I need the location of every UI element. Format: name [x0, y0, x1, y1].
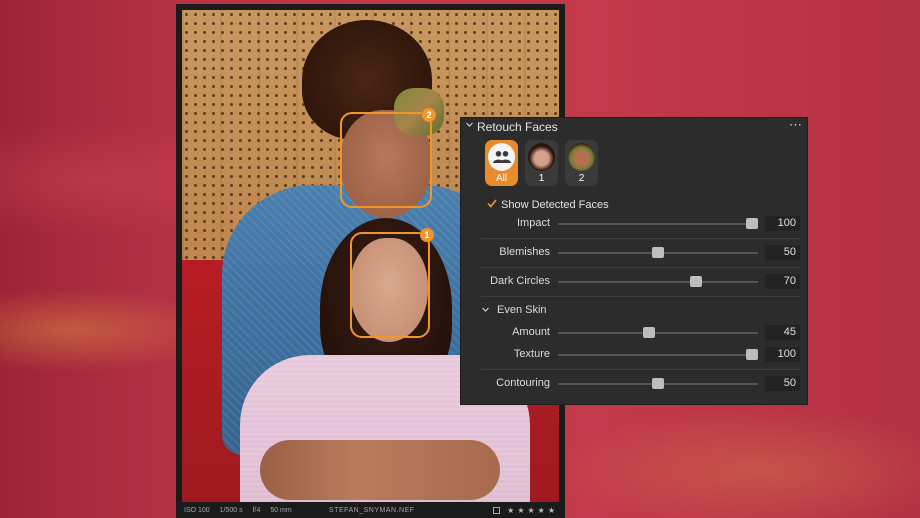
select-checkbox[interactable] — [493, 506, 501, 514]
divider — [481, 238, 801, 239]
texture-label: Texture — [513, 348, 550, 360]
impact-label: Impact — [516, 217, 550, 229]
texture-slider-row: Texture 100 — [461, 347, 807, 363]
hands — [260, 440, 500, 500]
panel-header: Retouch Faces ⋯ — [461, 117, 807, 136]
even-skin-header[interactable]: Even Skin — [481, 303, 801, 319]
dark-circles-slider-row: Dark Circles 70 — [461, 274, 807, 290]
contouring-label: Contouring — [496, 377, 550, 389]
file-name: STEFAN_SNYMAN.NEF — [329, 506, 415, 514]
more-options-icon[interactable]: ⋯ — [789, 117, 802, 133]
face-select-1[interactable]: 1 — [525, 140, 558, 186]
face-select-all[interactable]: All — [485, 140, 518, 186]
star-icon[interactable]: ★ — [538, 506, 545, 515]
blemishes-value[interactable]: 50 — [765, 245, 800, 260]
amount-slider-thumb[interactable] — [642, 327, 655, 338]
rating: ★ ★ ★ ★ ★ — [493, 506, 555, 515]
divider — [481, 369, 801, 370]
dark-circles-label: Dark Circles — [490, 275, 550, 287]
face-detection-box-1[interactable]: 1 — [350, 228, 434, 338]
focal-length-value: 50 mm — [270, 506, 292, 514]
star-icon[interactable]: ★ — [507, 506, 514, 515]
dark-circles-slider[interactable] — [558, 281, 758, 283]
blemishes-label: Blemishes — [499, 246, 550, 258]
divider — [481, 296, 801, 297]
texture-slider-thumb[interactable] — [746, 349, 758, 360]
star-icon[interactable]: ★ — [517, 506, 524, 515]
face-select-label: 1 — [538, 173, 545, 184]
show-detected-faces-label: Show Detected Faces — [501, 198, 609, 211]
panel-title: Retouch Faces — [477, 120, 558, 134]
face-thumbnail-1 — [528, 143, 555, 171]
dark-circles-slider-thumb[interactable] — [689, 276, 702, 287]
people-icon — [493, 151, 511, 163]
impact-slider[interactable] — [558, 223, 758, 225]
face-badge-2: 2 — [422, 108, 436, 122]
contouring-slider-thumb[interactable] — [652, 378, 664, 389]
iso-value: ISO 100 — [184, 506, 210, 514]
dark-circles-value[interactable]: 70 — [765, 274, 800, 289]
show-detected-faces-toggle[interactable]: Show Detected Faces — [487, 198, 609, 211]
face-thumbnail-2 — [568, 143, 595, 171]
divider — [481, 267, 801, 268]
face-detection-box-2[interactable]: 2 — [340, 108, 436, 208]
impact-value[interactable]: 100 — [765, 216, 800, 231]
amount-slider[interactable] — [558, 332, 758, 334]
chevron-down-icon[interactable] — [465, 120, 475, 132]
chevron-down-icon — [481, 305, 490, 316]
contouring-value[interactable]: 50 — [765, 376, 800, 391]
face-select-label: 2 — [578, 173, 585, 184]
aperture-value: f/4 — [252, 506, 261, 514]
amount-slider-row: Amount 45 — [461, 325, 807, 341]
face-select-2[interactable]: 2 — [565, 140, 598, 186]
even-skin-label: Even Skin — [497, 304, 547, 316]
texture-slider[interactable] — [558, 354, 758, 356]
amount-value[interactable]: 45 — [765, 325, 800, 340]
star-icon[interactable]: ★ — [548, 506, 555, 515]
star-icon[interactable]: ★ — [527, 506, 534, 515]
blemishes-slider-thumb[interactable] — [652, 247, 664, 258]
texture-value[interactable]: 100 — [765, 347, 800, 362]
photo-info-bar: ISO 100 1/500 s f/4 50 mm STEFAN_SNYMAN.… — [176, 502, 565, 518]
impact-slider-row: Impact 100 — [461, 216, 807, 232]
shutter-value: 1/500 s — [219, 506, 243, 514]
impact-slider-thumb[interactable] — [746, 218, 758, 229]
people-icon-bg — [488, 143, 515, 171]
blemishes-slider-row: Blemishes 50 — [461, 245, 807, 261]
amount-label: Amount — [512, 326, 550, 338]
face-badge-1: 1 — [420, 228, 434, 242]
contouring-slider-row: Contouring 50 — [461, 376, 807, 392]
face-select-label: All — [495, 173, 508, 184]
checkmark-icon — [487, 199, 501, 211]
retouch-faces-panel: Retouch Faces ⋯ All 1 2 Show Detected Fa… — [460, 117, 808, 405]
